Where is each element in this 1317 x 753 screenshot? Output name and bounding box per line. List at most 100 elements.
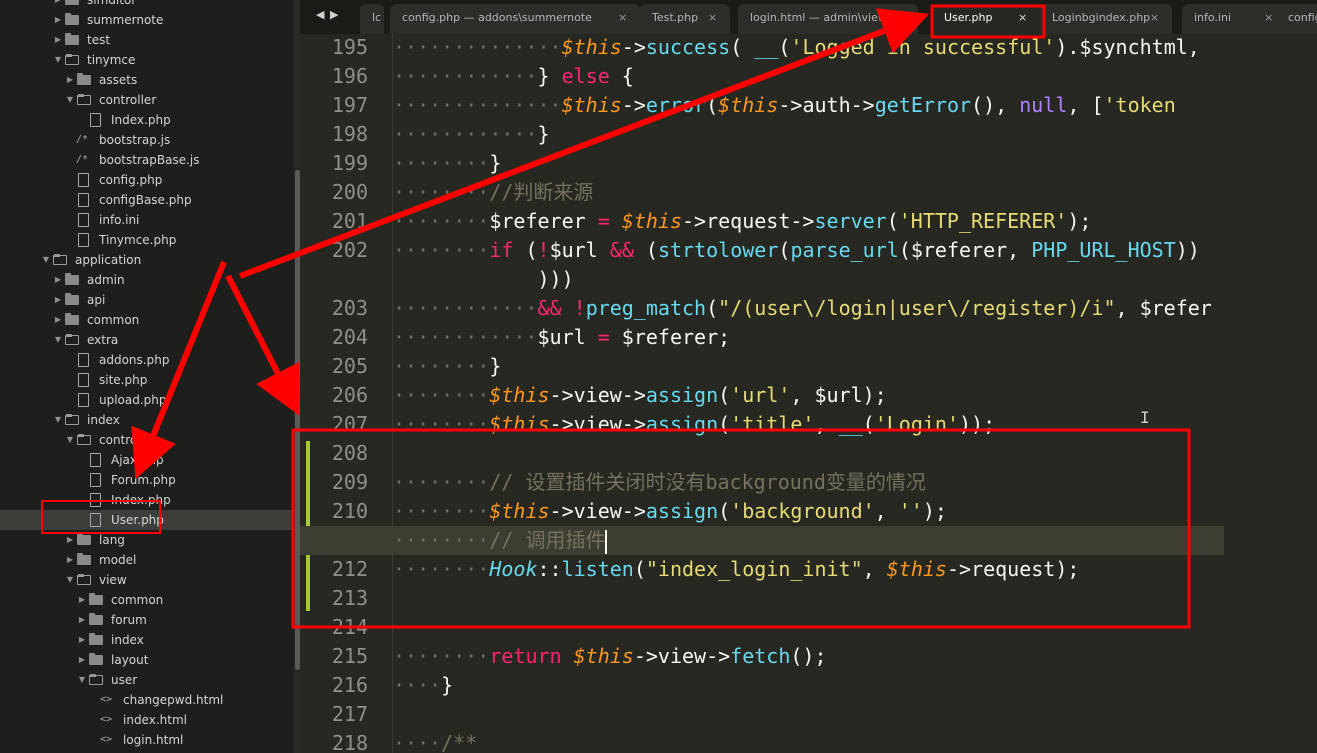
sidebar-item-forum[interactable]: ▶ forum <box>0 610 292 630</box>
chevron-down-icon[interactable]: ▼ <box>52 330 64 350</box>
sidebar-item-bootstrapbase-js[interactable]: /* bootstrapBase.js <box>0 150 292 170</box>
tab-nav-forward-icon[interactable]: ▶ <box>330 8 338 21</box>
chevron-right-icon[interactable]: ▶ <box>52 0 64 10</box>
code-line[interactable]: ········//判断来源 <box>393 178 593 207</box>
sidebar-item-index-php[interactable]: Index.php <box>0 110 292 130</box>
tab-loginbgindex-php[interactable]: Loginbgindex.php × <box>1040 4 1172 34</box>
chevron-right-icon[interactable]: ▶ <box>76 610 88 630</box>
chevron-down-icon[interactable]: ▼ <box>52 410 64 430</box>
tab-login-html-admin-view-index[interactable]: login.html — admin\view\index × <box>738 4 918 34</box>
sidebar-item-addons-php[interactable]: addons.php <box>0 350 292 370</box>
close-icon[interactable]: × <box>1150 4 1159 32</box>
sidebar-item-controller[interactable]: ▼ controller <box>0 430 292 450</box>
code-line[interactable]: ········$this->view->assign('url', $url)… <box>393 381 887 410</box>
sidebar-item-configbase-php[interactable]: configBase.php <box>0 190 292 210</box>
sidebar-item-site-php[interactable]: site.php <box>0 370 292 390</box>
code-line[interactable]: ············} else { <box>393 62 634 91</box>
sidebar-item-user[interactable]: ▼ user <box>0 670 292 690</box>
sidebar-item-index-php[interactable]: Index.php <box>0 490 292 510</box>
code-line[interactable]: ········$referer = $this->request->serve… <box>393 207 1091 236</box>
sidebar-item-common[interactable]: ▶ common <box>0 590 292 610</box>
chevron-down-icon[interactable]: ▼ <box>76 670 88 690</box>
sidebar-item-summernote[interactable]: ▶ summernote <box>0 10 292 30</box>
tab-config[interactable]: config <box>1276 4 1317 34</box>
sidebar-item-config-php[interactable]: config.php <box>0 170 292 190</box>
code-line[interactable]: ········// 设置插件关闭时没有background变量的情况 <box>393 468 926 497</box>
chevron-right-icon[interactable]: ▶ <box>52 290 64 310</box>
chevron-right-icon[interactable]: ▶ <box>52 310 64 330</box>
sidebar-item-bootstrap-js[interactable]: /* bootstrap.js <box>0 130 292 150</box>
code-token: $this <box>621 209 683 233</box>
sidebar-item-model[interactable]: ▶ model <box>0 550 292 570</box>
code-line[interactable]: ········// 调用插件 <box>300 526 1224 555</box>
code-token: // 调用插件 <box>489 528 606 552</box>
sidebar-item-common[interactable]: ▶ common <box>0 310 292 330</box>
close-icon[interactable]: × <box>896 4 905 32</box>
tab-nav-back-icon[interactable]: ◀ <box>316 8 324 21</box>
tab-lc[interactable]: lc <box>360 4 384 34</box>
chevron-right-icon[interactable]: ▶ <box>76 630 88 650</box>
chevron-right-icon[interactable]: ▶ <box>64 550 76 570</box>
tab-config-php-addons-summernote[interactable]: config.php — addons\summernote × <box>390 4 640 34</box>
code-line[interactable]: ············} <box>393 120 550 149</box>
code-line[interactable]: ))) <box>393 265 574 294</box>
code-line[interactable]: ········return $this->view->fetch(); <box>393 642 827 671</box>
sidebar-item-forum-php[interactable]: Forum.php <box>0 470 292 490</box>
sidebar-item-login-html[interactable]: <> login.html <box>0 730 292 750</box>
chevron-down-icon[interactable]: ▼ <box>64 430 76 450</box>
sidebar-item-upload-php[interactable]: upload.php <box>0 390 292 410</box>
code-editor[interactable]: 195 196 197 198 199 200 201 202 203 204 205 206 207 2… <box>300 34 1317 753</box>
code-line[interactable]: ········Hook::listen("index_login_init",… <box>393 555 1079 584</box>
sidebar-item-lang[interactable]: ▶ lang <box>0 530 292 550</box>
sidebar-item-api[interactable]: ▶ api <box>0 290 292 310</box>
sidebar-item-changepwd-html[interactable]: <> changepwd.html <box>0 690 292 710</box>
chevron-down-icon[interactable]: ▼ <box>40 250 52 270</box>
code-line[interactable]: ····} <box>393 671 453 700</box>
tab-test-php[interactable]: Test.php × <box>640 4 730 34</box>
code-line[interactable]: ········$this->view->assign('title', __(… <box>393 410 995 439</box>
chevron-down-icon[interactable]: ▼ <box>52 50 64 70</box>
chevron-right-icon[interactable]: ▶ <box>64 530 76 550</box>
sidebar-item-test[interactable]: ▶ test <box>0 30 292 50</box>
sidebar-item-application[interactable]: ▼ application <box>0 250 292 270</box>
chevron-right-icon[interactable]: ▶ <box>52 30 64 50</box>
code-line[interactable]: ····/** <box>393 729 477 753</box>
chevron-down-icon[interactable]: ▼ <box>64 570 76 590</box>
chevron-right-icon[interactable]: ▶ <box>52 270 64 290</box>
code-token: ( <box>718 383 731 407</box>
tab-info-ini[interactable]: info.ini × <box>1182 4 1286 34</box>
sidebar-item-simditor[interactable]: ▶ simditor <box>0 0 292 10</box>
sidebar-item-admin[interactable]: ▶ admin <box>0 270 292 290</box>
sidebar-item-tinymce-php[interactable]: Tinymce.php <box>0 230 292 250</box>
close-icon[interactable]: × <box>1264 4 1273 32</box>
chevron-right-icon[interactable]: ▶ <box>76 650 88 670</box>
sidebar-item-info-ini[interactable]: info.ini <box>0 210 292 230</box>
chevron-right-icon[interactable]: ▶ <box>64 70 76 90</box>
chevron-right-icon[interactable]: ▶ <box>52 10 64 30</box>
code-line[interactable]: ··············$this->error($this->auth->… <box>393 91 1176 120</box>
code-line[interactable]: ········$this->view->assign('background'… <box>393 497 947 526</box>
code-line[interactable]: ············&& !preg_match("/(user\/logi… <box>393 294 1212 323</box>
sidebar-item-ajax-php[interactable]: Ajax.php <box>0 450 292 470</box>
sidebar-item-index-html[interactable]: <> index.html <box>0 710 292 730</box>
code-line[interactable]: ········} <box>393 352 501 381</box>
sidebar-item-view[interactable]: ▼ view <box>0 570 292 590</box>
sidebar-item-user-php[interactable]: User.php <box>0 510 292 530</box>
sidebar-item-tinymce[interactable]: ▼ tinymce <box>0 50 292 70</box>
code-line[interactable]: ··············$this->success( __('Logged… <box>393 34 1200 62</box>
sidebar-item-assets[interactable]: ▶ assets <box>0 70 292 90</box>
tab-user-php[interactable]: User.php × <box>932 4 1040 34</box>
code-line[interactable]: ········} <box>393 149 501 178</box>
chevron-down-icon[interactable]: ▼ <box>64 90 76 110</box>
close-icon[interactable]: × <box>708 4 717 32</box>
close-icon[interactable]: × <box>1018 4 1027 32</box>
chevron-right-icon[interactable]: ▶ <box>76 590 88 610</box>
sidebar-item-layout[interactable]: ▶ layout <box>0 650 292 670</box>
close-icon[interactable]: × <box>618 4 627 32</box>
sidebar-item-index[interactable]: ▶ index <box>0 630 292 650</box>
code-line[interactable]: ········if (!$url && (strtolower(parse_u… <box>393 236 1200 265</box>
code-line[interactable]: ············$url = $referer; <box>393 323 730 352</box>
sidebar-item-extra[interactable]: ▼ extra <box>0 330 292 350</box>
sidebar-item-index[interactable]: ▼ index <box>0 410 292 430</box>
sidebar-item-controller[interactable]: ▼ controller <box>0 90 292 110</box>
